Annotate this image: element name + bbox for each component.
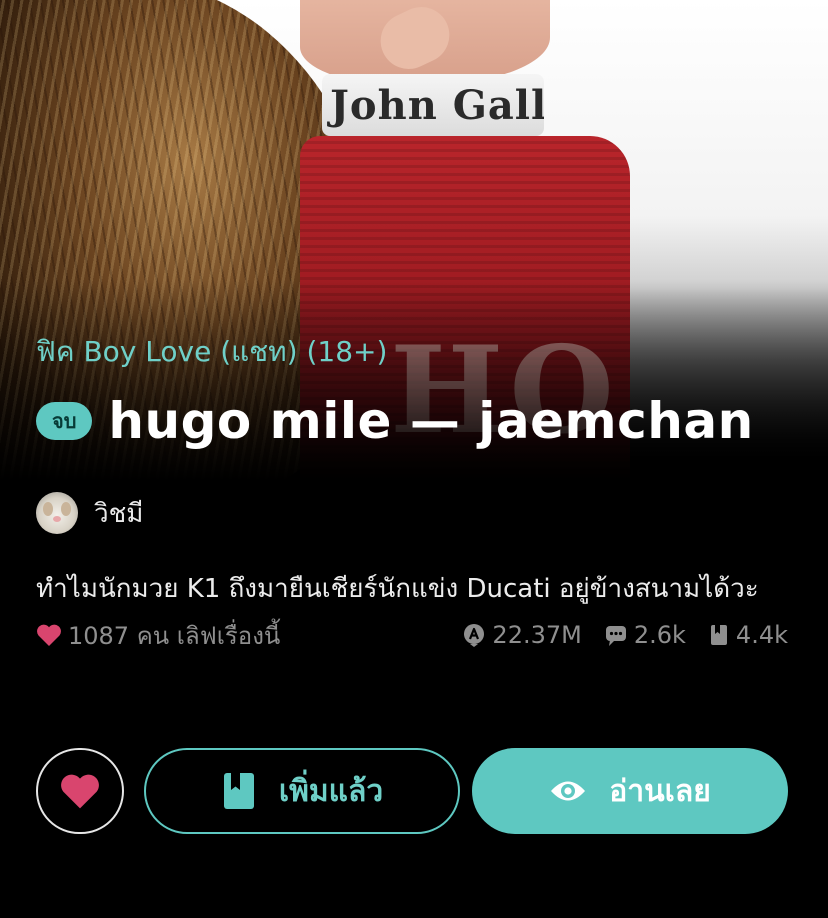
story-stats: 1087 คน เลิฟเรื่องนี้ 22.37M 2.6k 4.4k: [36, 620, 788, 650]
read-label: อ่านเลย: [609, 773, 711, 809]
love-stat: 1087 คน เลิฟเรื่องนี้: [36, 616, 462, 655]
comment-icon: [604, 623, 628, 647]
love-count: 1087 คน เลิฟเรื่องนี้: [68, 621, 281, 650]
author-name[interactable]: วิชมี: [94, 493, 143, 534]
cover-fade: [0, 280, 828, 480]
story-category[interactable]: ฟิค Boy Love (แชท) (18+): [36, 330, 387, 374]
story-title: hugo mile — jaemchan: [108, 392, 754, 450]
bookmarks-count: 4.4k: [735, 621, 788, 649]
status-badge: จบ: [36, 402, 93, 440]
eye-icon: [549, 778, 587, 804]
author-avatar[interactable]: [36, 492, 78, 534]
comments-count: 2.6k: [633, 621, 686, 649]
avatar-ear: [61, 502, 71, 516]
avatar-nose: [53, 516, 61, 522]
heart-icon: [36, 623, 62, 647]
views-count: 22.37M: [492, 621, 582, 649]
views-stat: 22.37M: [462, 621, 582, 649]
added-label: เพิ่มแล้ว: [278, 773, 384, 809]
bookmark-icon: [708, 623, 730, 647]
comments-stat: 2.6k: [604, 621, 686, 649]
cover-waistband-text: John Galli: [330, 82, 544, 129]
title-row: จบ hugo mile — jaemchan: [36, 392, 754, 450]
views-icon: [462, 623, 486, 647]
cover-waistband: John Galli: [322, 74, 544, 136]
author[interactable]: วิชมี: [36, 492, 143, 534]
read-now-button[interactable]: อ่านเลย: [472, 748, 788, 834]
added-to-library-button[interactable]: เพิ่มแล้ว: [144, 748, 460, 834]
book-icon: [221, 771, 257, 811]
favorite-button[interactable]: [36, 748, 124, 834]
heart-icon: [59, 772, 101, 810]
avatar-ear: [43, 502, 53, 516]
story-synopsis: ทำไมนักมวย K1 ถึงมายืนเชียร์นักแข่ง Duca…: [36, 574, 759, 604]
bookmarks-stat: 4.4k: [708, 621, 788, 649]
